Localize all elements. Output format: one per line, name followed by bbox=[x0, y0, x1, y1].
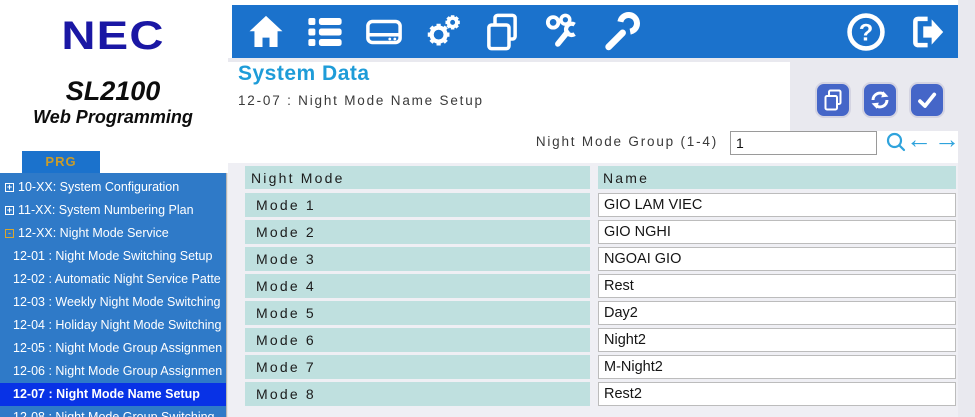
sidebar-item-12-01[interactable]: 12-01 : Night Mode Switching Setup bbox=[0, 245, 226, 268]
nec-logo: NEC bbox=[0, 14, 246, 59]
sidebar-item-label: 12-03 : Weekly Night Mode Switching bbox=[13, 291, 221, 314]
maintenance-tools-icon[interactable] bbox=[540, 11, 582, 53]
svg-text:?: ? bbox=[859, 20, 873, 46]
collapse-icon[interactable]: - bbox=[5, 229, 14, 238]
sidebar-item-12-03[interactable]: 12-03 : Weekly Night Mode Switching bbox=[0, 291, 226, 314]
next-group-arrow[interactable]: → bbox=[934, 124, 960, 154]
mode-label-cell: Mode 4 bbox=[245, 274, 590, 298]
logout-icon[interactable] bbox=[904, 11, 946, 53]
sidebar-item-label: 12-01 : Night Mode Switching Setup bbox=[13, 245, 212, 268]
mode-label-cell: Mode 2 bbox=[245, 220, 590, 244]
product-subtitle: Web Programming bbox=[0, 107, 226, 128]
wrench-icon[interactable] bbox=[599, 11, 641, 53]
menu-list-icon[interactable] bbox=[304, 11, 346, 53]
mode-label-cell: Mode 1 bbox=[245, 193, 590, 217]
expand-icon[interactable]: + bbox=[5, 183, 14, 192]
mode-name-input-1[interactable] bbox=[598, 193, 956, 217]
mode-name-input-6[interactable] bbox=[598, 328, 956, 352]
mode-label-cell: Mode 3 bbox=[245, 247, 590, 271]
sidebar-item-12-05[interactable]: 12-05 : Night Mode Group Assignmen bbox=[0, 337, 226, 360]
mode-name-input-4[interactable] bbox=[598, 274, 956, 298]
sidebar-item-label: 12-08 : Night Mode Group Switching bbox=[13, 406, 215, 417]
search-icon[interactable] bbox=[884, 130, 908, 154]
page-subtitle: 12-07 : Night Mode Name Setup bbox=[238, 93, 484, 108]
sidebar-item-label: 12-04 : Holiday Night Mode Switching bbox=[13, 314, 221, 337]
sidebar-item-label: 12-06 : Night Mode Group Assignmen bbox=[13, 360, 222, 383]
night-mode-table: Night Mode Name Mode 1 Mode 2 Mode 3 Mod… bbox=[228, 163, 958, 417]
refresh-button[interactable] bbox=[862, 82, 898, 118]
settings-gears-icon[interactable] bbox=[422, 11, 464, 53]
mode-name-input-5[interactable] bbox=[598, 301, 956, 325]
mode-label-cell: Mode 5 bbox=[245, 301, 590, 325]
storage-icon[interactable] bbox=[363, 11, 405, 53]
sidebar-item-12-07-selected[interactable]: 12-07 : Night Mode Name Setup bbox=[0, 383, 226, 406]
expand-icon[interactable]: + bbox=[5, 206, 14, 215]
sidebar-item-label: 12-02 : Automatic Night Service Patte bbox=[13, 268, 221, 291]
sidebar-item-12-08[interactable]: 12-08 : Night Mode Group Switching bbox=[0, 406, 226, 417]
sidebar-item-12-06[interactable]: 12-06 : Night Mode Group Assignmen bbox=[0, 360, 226, 383]
apply-check-button[interactable] bbox=[909, 82, 945, 118]
mode-label-cell: Mode 6 bbox=[245, 328, 590, 352]
product-name: SL2100 bbox=[0, 76, 226, 107]
home-icon[interactable] bbox=[245, 11, 287, 53]
sidebar-item-label: 12-05 : Night Mode Group Assignmen bbox=[13, 337, 222, 360]
copy-pages-icon[interactable] bbox=[481, 11, 523, 53]
column-header-name: Name bbox=[598, 166, 956, 189]
action-button-zone bbox=[790, 61, 958, 131]
copy-button[interactable] bbox=[815, 82, 851, 118]
column-header-night-mode: Night Mode bbox=[245, 166, 590, 189]
main-toolbar: ? bbox=[232, 5, 958, 58]
page-title: System Data bbox=[238, 62, 370, 86]
mode-label-cell: Mode 7 bbox=[245, 355, 590, 379]
webpro-window: NEC SL2100 Web Programming PRG + 10-XX: … bbox=[0, 0, 975, 417]
sidebar-item-12-04[interactable]: 12-04 : Holiday Night Mode Switching bbox=[0, 314, 226, 337]
mode-name-input-3[interactable] bbox=[598, 247, 956, 271]
mode-label-cell: Mode 8 bbox=[245, 382, 590, 406]
group-number-input[interactable] bbox=[730, 131, 877, 155]
mode-name-input-2[interactable] bbox=[598, 220, 956, 244]
mode-name-input-8[interactable] bbox=[598, 382, 956, 406]
tab-prg[interactable]: PRG bbox=[22, 151, 100, 173]
sidebar-item-label: 10-XX: System Configuration bbox=[18, 176, 179, 199]
page-right-margin bbox=[958, 0, 975, 417]
sidebar-menu: + 10-XX: System Configuration + 11-XX: S… bbox=[0, 173, 226, 417]
prev-group-arrow[interactable]: ← bbox=[906, 124, 932, 154]
sidebar-item-12-02[interactable]: 12-02 : Automatic Night Service Patte bbox=[0, 268, 226, 291]
sidebar-item-12xx[interactable]: - 12-XX: Night Mode Service bbox=[0, 222, 226, 245]
sidebar-item-label: 12-07 : Night Mode Name Setup bbox=[13, 383, 200, 406]
sidebar-item-label: 12-XX: Night Mode Service bbox=[18, 222, 169, 245]
group-selector-label: Night Mode Group (1-4) bbox=[500, 134, 718, 149]
sidebar-item-label: 11-XX: System Numbering Plan bbox=[18, 199, 194, 222]
sidebar-item-11xx[interactable]: + 11-XX: System Numbering Plan bbox=[0, 199, 226, 222]
mode-name-input-7[interactable] bbox=[598, 355, 956, 379]
help-icon[interactable]: ? bbox=[845, 11, 887, 53]
sidebar-item-10xx[interactable]: + 10-XX: System Configuration bbox=[0, 176, 226, 199]
